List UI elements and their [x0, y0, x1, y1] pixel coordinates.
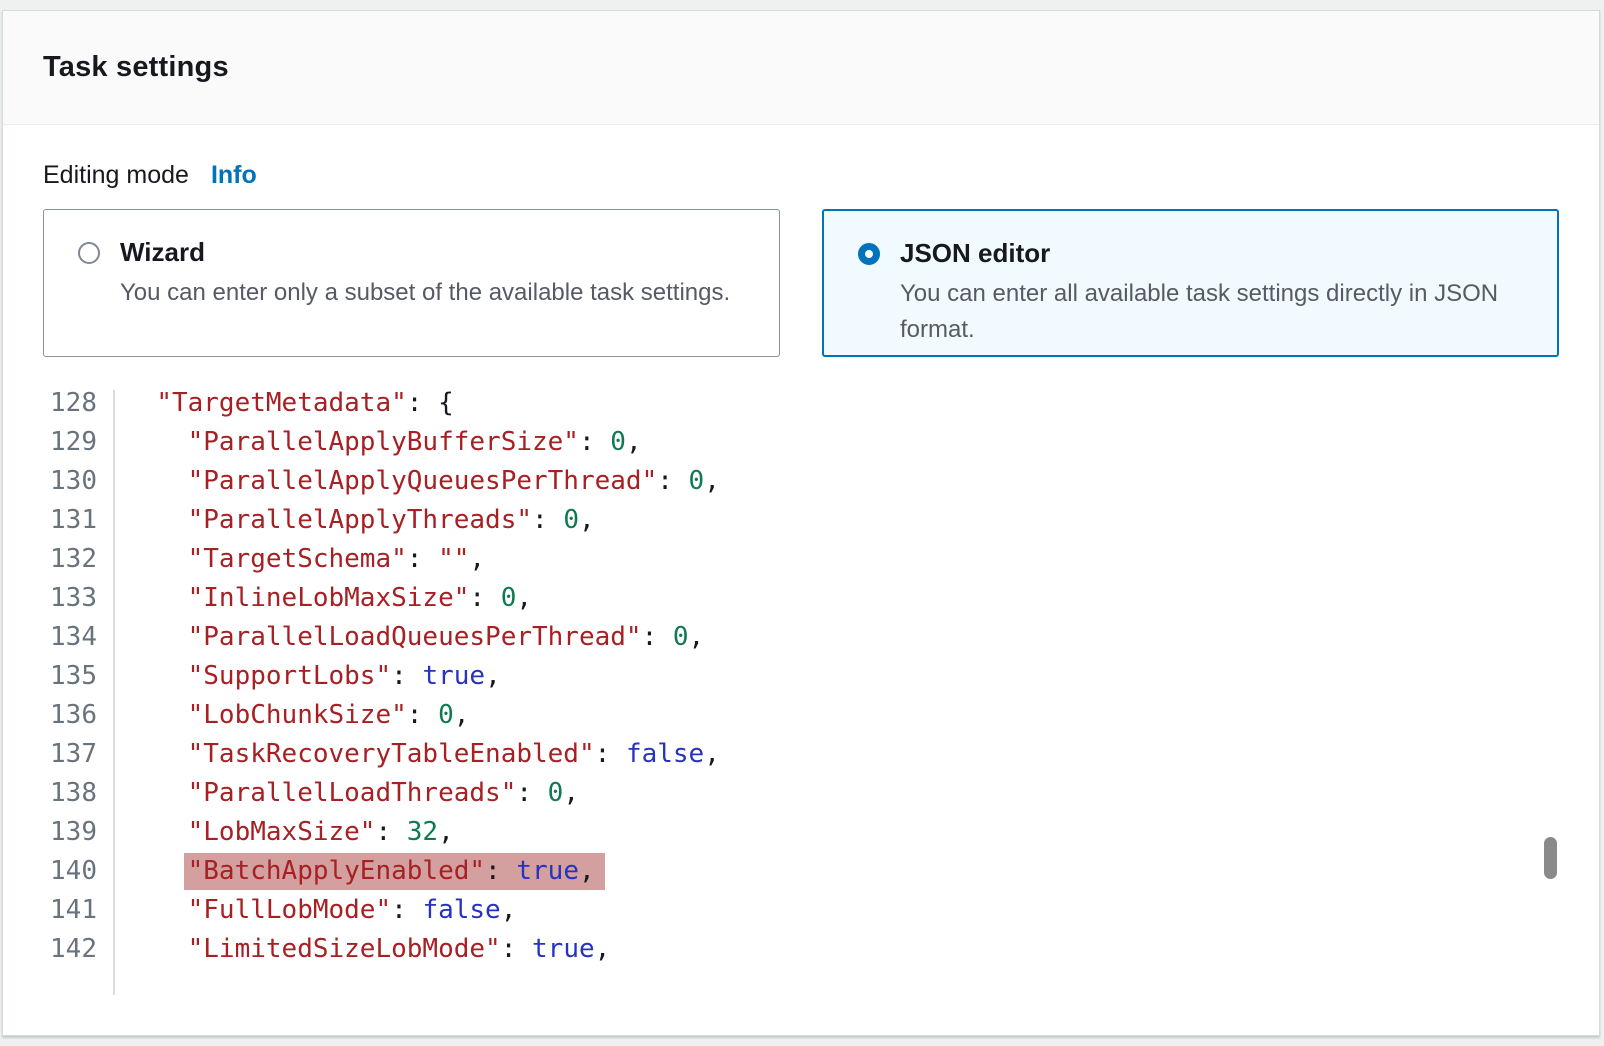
editing-mode-options: Wizard You can enter only a subset of th…: [43, 209, 1559, 357]
wizard-option-description: You can enter only a subset of the avail…: [120, 275, 749, 311]
line-number: 138: [3, 774, 113, 813]
line-number: 131: [3, 501, 113, 540]
json-editor-content: 128 "TargetMetadata": {129 "ParallelAppl…: [3, 384, 1599, 969]
line-number: 140: [3, 852, 113, 891]
code-line: 141 "FullLobMode": false,: [3, 891, 1599, 930]
json-editor-option-card[interactable]: JSON editor You can enter all available …: [822, 209, 1559, 357]
highlighted-code: "BatchApplyEnabled": true,: [184, 853, 605, 890]
wizard-option-label: Wizard: [120, 237, 205, 268]
json-editor-option-label: JSON editor: [900, 238, 1050, 269]
line-number: 136: [3, 696, 113, 735]
wizard-option-card[interactable]: Wizard You can enter only a subset of th…: [43, 209, 780, 357]
code-line: 133 "InlineLobMaxSize": 0,: [3, 579, 1599, 618]
task-settings-panel: Task settings Editing mode Info Wizard Y…: [2, 10, 1600, 1036]
line-number: 130: [3, 462, 113, 501]
line-number: 137: [3, 735, 113, 774]
panel-header: Task settings: [3, 11, 1599, 125]
code-line: 136 "LobChunkSize": 0,: [3, 696, 1599, 735]
scrollbar-thumb[interactable]: [1544, 837, 1557, 879]
line-number: 135: [3, 657, 113, 696]
line-number: 133: [3, 579, 113, 618]
line-number: 142: [3, 930, 113, 969]
page-title: Task settings: [43, 51, 229, 84]
code-line: 142 "LimitedSizeLobMode": true,: [3, 930, 1599, 969]
code-line: 134 "ParallelLoadQueuesPerThread": 0,: [3, 618, 1599, 657]
code-line: 135 "SupportLobs": true,: [3, 657, 1599, 696]
line-number: 132: [3, 540, 113, 579]
code-line: 139 "LobMaxSize": 32,: [3, 813, 1599, 852]
line-number: 134: [3, 618, 113, 657]
code-line: 140 "BatchApplyEnabled": true,: [3, 852, 1599, 891]
line-number: 128: [3, 384, 113, 423]
code-line: 128 "TargetMetadata": {: [3, 384, 1599, 423]
code-line: 130 "ParallelApplyQueuesPerThread": 0,: [3, 462, 1599, 501]
json-editor-option-head: JSON editor: [858, 238, 1557, 269]
code-line: 131 "ParallelApplyThreads": 0,: [3, 501, 1599, 540]
wizard-option-head: Wizard: [78, 237, 779, 268]
json-editor-option-description: You can enter all available task setting…: [900, 276, 1520, 348]
code-line: 138 "ParallelLoadThreads": 0,: [3, 774, 1599, 813]
code-line: 129 "ParallelApplyBufferSize": 0,: [3, 423, 1599, 462]
radio-unselected-icon[interactable]: [78, 242, 100, 264]
info-link[interactable]: Info: [211, 161, 257, 190]
editing-mode-row: Editing mode Info: [43, 161, 1559, 190]
code-line: 132 "TargetSchema": "",: [3, 540, 1599, 579]
json-code-editor[interactable]: 128 "TargetMetadata": {129 "ParallelAppl…: [3, 384, 1599, 995]
line-number: 129: [3, 423, 113, 462]
line-number: 141: [3, 891, 113, 930]
gutter-divider: [113, 390, 115, 995]
line-number: 139: [3, 813, 113, 852]
code-line: 137 "TaskRecoveryTableEnabled": false,: [3, 735, 1599, 774]
radio-selected-icon[interactable]: [858, 243, 880, 265]
editing-mode-label: Editing mode: [43, 161, 189, 190]
